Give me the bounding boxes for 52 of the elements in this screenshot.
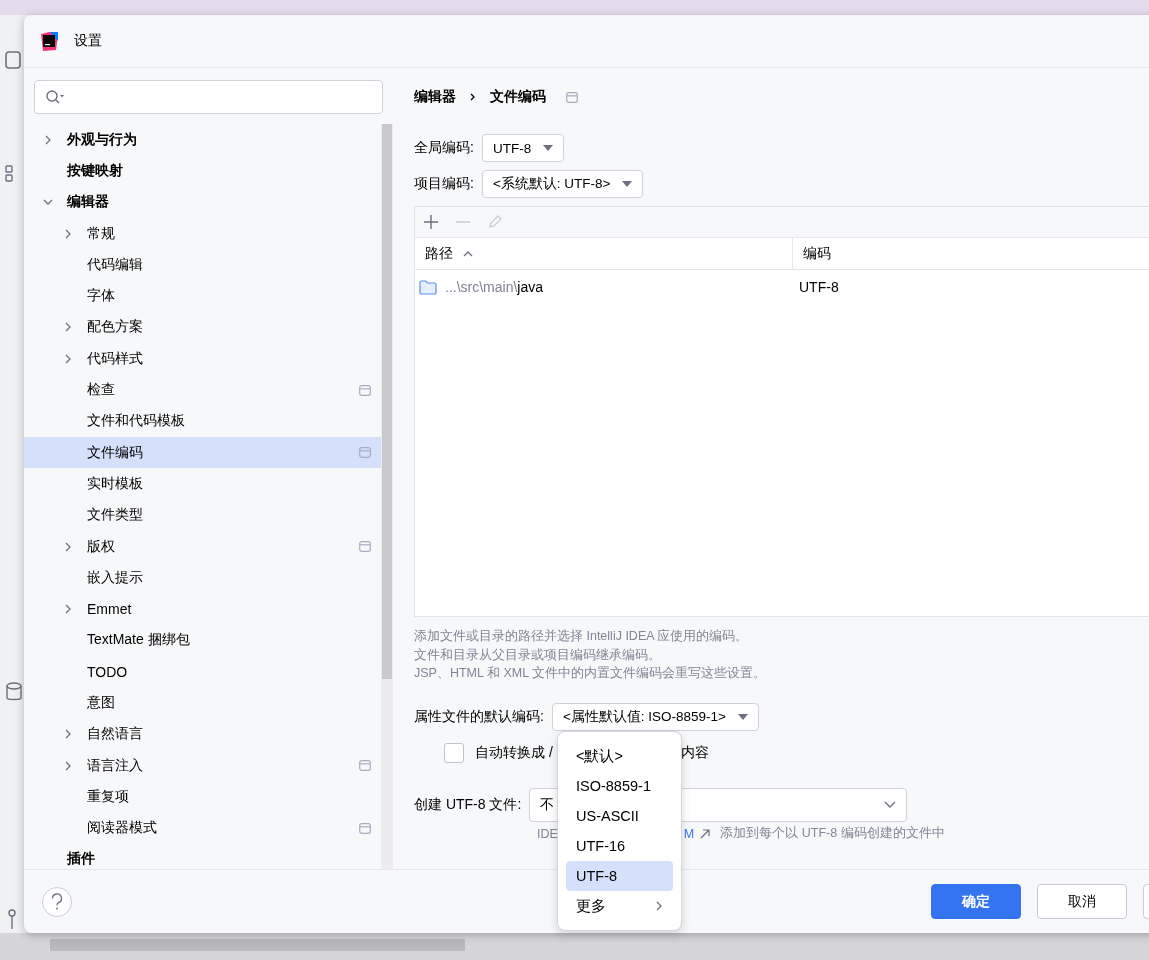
tree-item[interactable]: 常规 xyxy=(24,217,381,250)
tree-item[interactable]: 字体 xyxy=(24,280,381,312)
tree-item[interactable]: 意图 xyxy=(24,687,381,719)
breadcrumb-item[interactable]: 文件编码 xyxy=(490,88,546,106)
checkbox-label: 内容 xyxy=(680,743,709,762)
encoding-dropdown[interactable]: <系统默认: UTF-8> xyxy=(481,170,644,198)
tree-item[interactable]: Emmet xyxy=(24,593,381,625)
help-text: JSP、HTML 和 XML 文件中的内置文件编码会重写这些设置。 xyxy=(414,665,768,682)
tree-item[interactable]: 实时模板 xyxy=(24,468,381,500)
hint-text: IDE xyxy=(537,826,558,841)
tree-item[interactable]: 版权 xyxy=(24,530,381,563)
tree-item[interactable]: TODO xyxy=(24,656,381,688)
hint-text: 添加到每个以 UTF-8 编码创建的文件中 xyxy=(720,825,945,842)
tree-item[interactable]: 文件编码 xyxy=(24,436,381,469)
hint-link[interactable]: M xyxy=(683,826,695,841)
tree-item[interactable]: 编辑器 xyxy=(24,186,381,218)
tree-item[interactable]: 嵌入提示 xyxy=(24,562,381,594)
menu-item[interactable]: UTF-16 xyxy=(566,831,673,861)
field-label: 项目编码: xyxy=(414,175,474,193)
tree-item[interactable]: 重复项 xyxy=(24,781,381,813)
menu-item[interactable]: 更多 xyxy=(566,891,673,921)
tree-item[interactable]: 代码样式 xyxy=(24,343,381,375)
column-header[interactable]: 编码 xyxy=(793,238,1149,269)
tree-item[interactable]: 检查 xyxy=(24,374,381,406)
cancel-button[interactable]: 取消 xyxy=(1037,884,1127,919)
tree-item[interactable]: 文件类型 xyxy=(24,499,381,531)
checkbox-label: 自动转换成 / xyxy=(475,743,553,762)
tree-item[interactable]: 按键映射 xyxy=(24,155,381,187)
column-header[interactable]: 路径 xyxy=(415,238,793,269)
table-cell-text: UTF-8 xyxy=(798,278,840,297)
menu-item[interactable]: <默认> xyxy=(566,741,673,771)
tree-item[interactable]: 语言注入 xyxy=(24,749,381,782)
encoding-dropdown[interactable]: <属性默认值: ISO-8859-1> xyxy=(551,702,759,731)
table-cell: ...\src\main\java xyxy=(445,279,544,295)
tree-item[interactable]: 自然语言 xyxy=(24,718,381,750)
tree-item[interactable]: 外观与行为 xyxy=(24,124,381,156)
field-label: 全局编码: xyxy=(414,139,474,157)
field-label: 属性文件的默认编码: xyxy=(414,707,544,726)
ok-button[interactable]: 确定 xyxy=(931,884,1021,919)
tree-item[interactable]: TextMate 捆绑包 xyxy=(24,624,381,657)
window-title: 设置 xyxy=(74,32,102,50)
tree-item[interactable]: 阅读器模式 xyxy=(24,812,381,844)
tree-item[interactable]: 文件和代码模板 xyxy=(24,405,381,437)
encoding-dropdown[interactable]: UTF-8 xyxy=(481,134,565,162)
tree-item[interactable]: 配色方案 xyxy=(24,311,381,344)
help-text: 文件和目录从父目录或项目编码继承编码。 xyxy=(414,646,662,664)
tree-item[interactable]: 插件 xyxy=(24,843,381,869)
help-text: 添加文件或目录的路径并选择 IntelliJ IDEA 应使用的编码。 xyxy=(414,628,750,645)
menu-item[interactable]: UTF-8 xyxy=(566,861,673,891)
field-label: 创建 UTF-8 文件: xyxy=(414,795,522,814)
tree-item[interactable]: 代码编辑 xyxy=(24,249,381,281)
breadcrumb-item[interactable]: 编辑器 xyxy=(414,88,456,106)
